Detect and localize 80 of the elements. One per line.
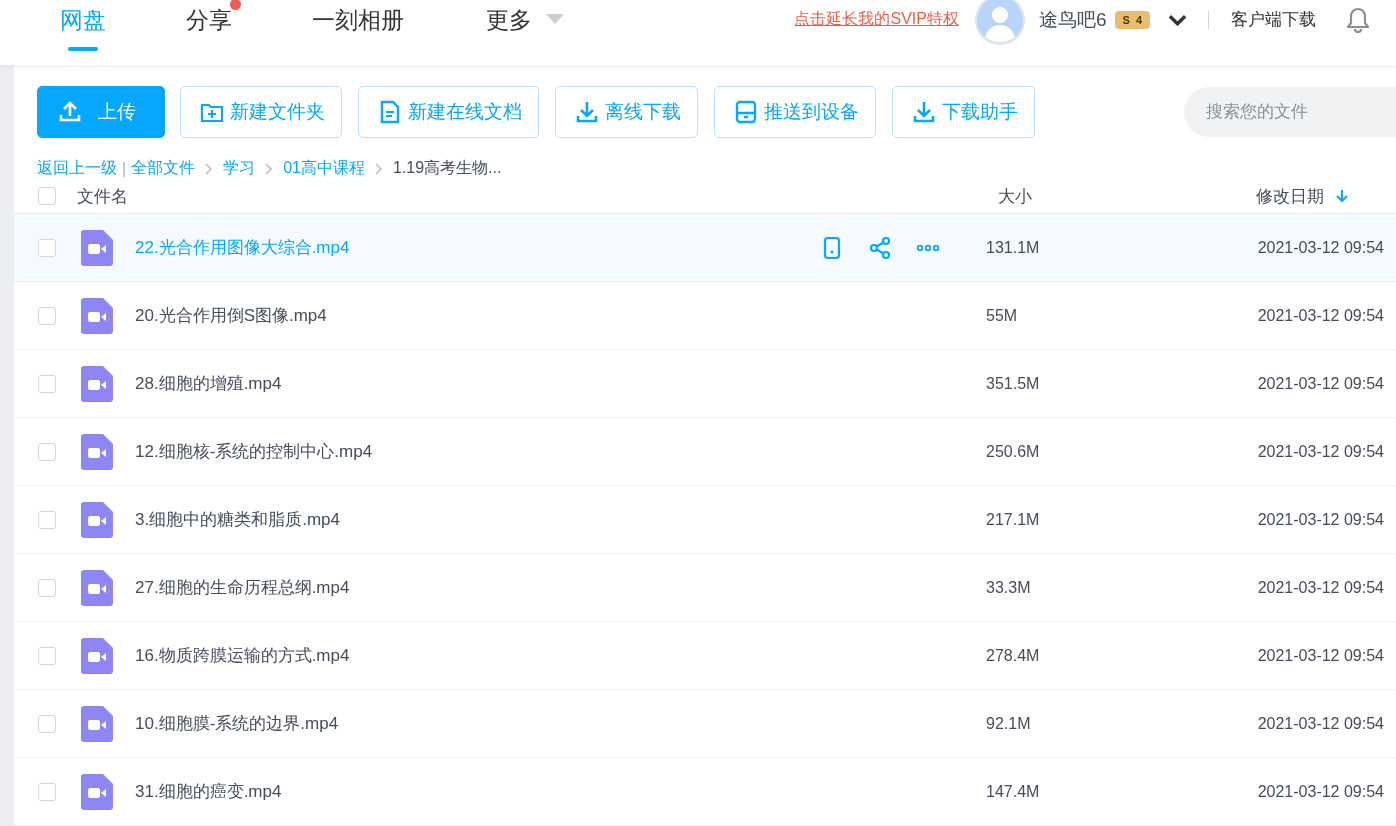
file-name[interactable]: 20.光合作用倒S图像.mp4: [135, 304, 327, 327]
file-name[interactable]: 27.细胞的生命历程总纲.mp4: [135, 576, 350, 599]
chevron-down-icon[interactable]: [1168, 13, 1187, 26]
video-file-icon: [81, 569, 113, 606]
file-row[interactable]: 12.细胞核-系统的控制中心.mp4 250.6M 2021-03-12 09:54: [14, 418, 1396, 486]
nav-tab[interactable]: 分享: [186, 0, 232, 65]
file-size: 55M: [986, 306, 1018, 325]
download-icon: [575, 100, 599, 124]
file-row[interactable]: 22.光合作用图像大综合.mp4 131.1M 2021-03-12 09:54: [14, 213, 1396, 282]
file-name[interactable]: 28.细胞的增殖.mp4: [135, 372, 282, 395]
row-checkbox[interactable]: [38, 238, 56, 257]
breadcrumb-item[interactable]: 1.19高考生物...: [392, 158, 502, 179]
file-size: 33.3M: [986, 578, 1031, 597]
video-file-icon: [81, 365, 113, 402]
file-row[interactable]: 28.细胞的增殖.mp4 351.5M 2021-03-12 09:54: [14, 350, 1396, 418]
row-checkbox[interactable]: [38, 646, 56, 665]
video-file-icon: [81, 433, 113, 470]
device-icon: [734, 100, 758, 124]
avatar-icon[interactable]: [974, 0, 1025, 45]
file-row[interactable]: 3.细胞中的糖类和脂质.mp4 217.1M 2021-03-12 09:54: [14, 486, 1396, 554]
client-download-link[interactable]: 客户端下载: [1231, 8, 1316, 31]
file-row[interactable]: 20.光合作用倒S图像.mp4 55M 2021-03-12 09:54: [14, 282, 1396, 350]
caret-icon[interactable]: [546, 13, 564, 24]
row-checkbox[interactable]: [38, 374, 56, 393]
sort-arrow-icon[interactable]: [1336, 189, 1348, 203]
file-size: 250.6M: [986, 442, 1040, 461]
file-row[interactable]: 10.细胞膜-系统的边界.mp4 92.1M 2021-03-12 09:54: [14, 690, 1396, 758]
video-file-icon: [81, 229, 113, 266]
video-file-icon: [81, 637, 113, 674]
document-icon: [378, 100, 402, 124]
user-name[interactable]: 途鸟吧6: [1038, 6, 1107, 33]
bell-icon[interactable]: [1346, 6, 1370, 33]
file-size: 131.1M: [986, 238, 1040, 257]
row-checkbox[interactable]: [38, 782, 56, 801]
modified-date: 2021-03-12 09:54: [1257, 782, 1384, 801]
chevron-right-icon: [374, 162, 383, 175]
file-row[interactable]: 31.细胞的癌变.mp4 147.4M 2021-03-12 09:54: [14, 758, 1396, 826]
video-file-icon: [81, 501, 113, 538]
file-name[interactable]: 10.细胞膜-系统的边界.mp4: [135, 712, 339, 735]
file-size: 217.1M: [986, 510, 1040, 529]
file-name[interactable]: 16.物质跨膜运输的方式.mp4: [135, 644, 350, 667]
column-header[interactable]: 修改日期: [1256, 184, 1324, 208]
file-size: 278.4M: [986, 646, 1040, 665]
nav-tab[interactable]: 更多: [486, 0, 532, 65]
chevron-right-icon: [205, 162, 214, 175]
modified-date: 2021-03-12 09:54: [1257, 578, 1384, 597]
video-file-icon: [81, 297, 113, 334]
modified-date: 2021-03-12 09:54: [1257, 306, 1384, 325]
share-icon[interactable]: [868, 235, 892, 260]
column-header[interactable]: 大小: [998, 184, 1032, 208]
file-name[interactable]: 3.细胞中的糖类和脂质.mp4: [135, 508, 340, 531]
search-field[interactable]: 搜索您的文件: [1184, 87, 1396, 137]
upload-icon: [58, 100, 82, 124]
breadcrumb-divider: |: [122, 159, 127, 178]
row-checkbox[interactable]: [38, 578, 56, 597]
download-icon: [912, 100, 936, 124]
vip-badge: S 4: [1114, 10, 1150, 29]
modified-date: 2021-03-12 09:54: [1257, 714, 1384, 733]
row-checkbox[interactable]: [38, 510, 56, 529]
file-name[interactable]: 31.细胞的癌变.mp4: [135, 780, 282, 803]
file-size: 92.1M: [986, 714, 1031, 733]
column-header[interactable]: 文件名: [77, 184, 128, 208]
file-row[interactable]: 16.物质跨膜运输的方式.mp4 278.4M 2021-03-12 09:54: [14, 622, 1396, 690]
modified-date: 2021-03-12 09:54: [1257, 510, 1384, 529]
file-row[interactable]: 27.细胞的生命历程总纲.mp4 33.3M 2021-03-12 09:54: [14, 554, 1396, 622]
modified-date: 2021-03-12 09:54: [1257, 238, 1384, 257]
video-file-icon: [81, 705, 113, 742]
file-size: 351.5M: [986, 374, 1040, 393]
file-size: 147.4M: [986, 782, 1040, 801]
chevron-right-icon: [265, 162, 274, 175]
row-checkbox[interactable]: [38, 442, 56, 461]
row-checkbox[interactable]: [38, 714, 56, 733]
modified-date: 2021-03-12 09:54: [1257, 646, 1384, 665]
row-checkbox[interactable]: [38, 306, 56, 325]
modified-date: 2021-03-12 09:54: [1257, 442, 1384, 461]
select-all-checkbox[interactable]: [38, 187, 56, 205]
file-name[interactable]: 12.细胞核-系统的控制中心.mp4: [135, 440, 373, 463]
modified-date: 2021-03-12 09:54: [1257, 374, 1384, 393]
video-file-icon: [81, 773, 113, 810]
nav-tab[interactable]: 一刻相册: [312, 0, 404, 65]
